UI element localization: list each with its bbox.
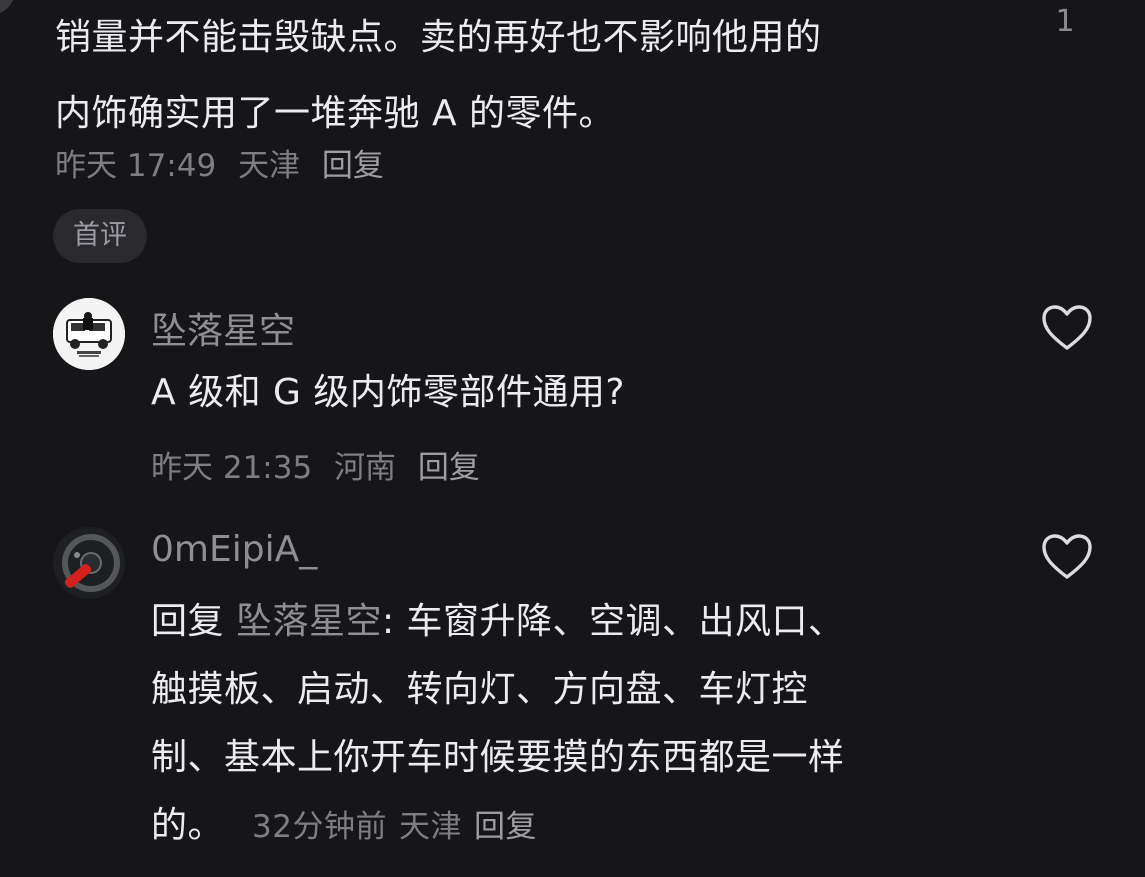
like-button[interactable] bbox=[1041, 533, 1093, 581]
username[interactable]: 0mEipiA_ bbox=[151, 529, 317, 570]
steering-wheel-avatar-icon bbox=[53, 527, 125, 599]
like-count: 1 bbox=[1055, 4, 1075, 39]
comment-line-text: 的。 bbox=[151, 805, 225, 846]
avatar[interactable] bbox=[53, 527, 125, 599]
comment-meta: 昨天 17:49 天津 回复 bbox=[55, 140, 396, 185]
mention-link[interactable]: 坠落星空 bbox=[236, 601, 382, 642]
avatar[interactable] bbox=[0, 0, 16, 16]
username[interactable]: 坠落星空 bbox=[151, 302, 295, 354]
comment-text: 销量并不能击毁缺点。卖的再好也不影响他用的 内饰确实用了一堆奔驰 A 的零件。 bbox=[55, 0, 975, 152]
comment-line: 的。 32分钟前 天津 回复 bbox=[151, 792, 1051, 860]
first-comment-badge: 首评 bbox=[53, 209, 147, 263]
heart-icon bbox=[1042, 534, 1092, 579]
like-button[interactable] bbox=[1041, 304, 1093, 352]
heart-icon bbox=[1042, 305, 1092, 350]
comment-line: 制、基本上你开车时候要摸的东西都是一样 bbox=[151, 737, 845, 778]
reply-prefix: 回复 bbox=[151, 601, 225, 642]
comment-line: A 级和 G 级内饰零部件通用? bbox=[151, 372, 625, 413]
reply-button[interactable]: 回复 bbox=[418, 450, 480, 486]
comment-meta: 昨天 21:35 河南 回复 bbox=[151, 442, 492, 487]
comment-text: A 级和 G 级内饰零部件通用? bbox=[151, 359, 1051, 427]
reply-button[interactable]: 回复 bbox=[322, 148, 384, 184]
avatar[interactable] bbox=[53, 298, 125, 370]
comment-line-text: : 车窗升降、空调、出风口、 bbox=[381, 601, 845, 642]
comment-time: 昨天 21:35 bbox=[151, 450, 313, 486]
comment-line: 回复 坠落星空: 车窗升降、空调、出风口、 bbox=[151, 588, 1051, 656]
comment-line: 触摸板、启动、转向灯、方向盘、车灯控 bbox=[151, 669, 809, 710]
car-avatar-icon bbox=[53, 298, 125, 370]
comment-location: 天津 bbox=[238, 148, 301, 184]
comment-line: 销量并不能击毁缺点。卖的再好也不影响他用的 bbox=[55, 17, 822, 58]
comment-time: 昨天 17:49 bbox=[55, 148, 217, 184]
comment-text: 回复 坠落星空: 车窗升降、空调、出风口、 触摸板、启动、转向灯、方向盘、车灯控… bbox=[151, 588, 1051, 860]
comment-location: 河南 bbox=[334, 450, 397, 486]
comment-time: 32分钟前 bbox=[252, 809, 387, 845]
reply-button[interactable]: 回复 bbox=[474, 809, 537, 845]
comment-meta: 32分钟前 天津 回复 bbox=[252, 809, 549, 845]
comment-location: 天津 bbox=[398, 809, 462, 845]
